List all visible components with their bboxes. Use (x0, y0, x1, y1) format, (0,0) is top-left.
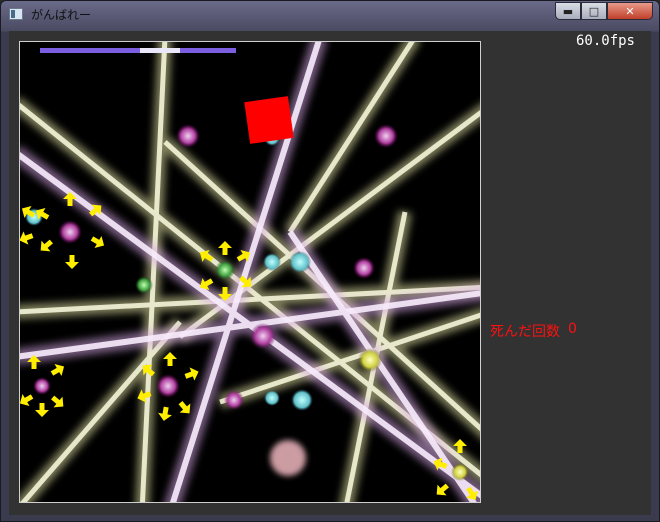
playfield-canvas (20, 42, 480, 502)
fps-counter: 60.0fps (575, 33, 635, 49)
close-button[interactable]: ✕ (607, 2, 653, 20)
player-health-bar (40, 48, 236, 53)
game-playfield[interactable] (19, 41, 481, 503)
maximize-button[interactable]: □ (581, 2, 607, 20)
maximize-icon: □ (588, 4, 600, 18)
app-window-icon (9, 8, 23, 20)
player-character (244, 96, 294, 144)
window-title: がんばれー (31, 8, 92, 22)
title-bar[interactable]: がんばれー ▬ □ ✕ (1, 1, 659, 29)
death-counter-value: 0 (568, 321, 577, 337)
death-counter-label: 死んだ回数 (490, 324, 560, 340)
game-client-area: 60.0fps 死んだ回数 0 (9, 31, 651, 515)
close-icon: ✕ (625, 4, 635, 18)
minimize-button[interactable]: ▬ (555, 2, 581, 20)
death-counter: 死んだ回数 0 (490, 321, 577, 341)
enemy-spawner (20, 355, 68, 417)
window-controls: ▬ □ ✕ (555, 2, 653, 21)
minimize-icon: ▬ (562, 4, 574, 18)
app-window: がんばれー ▬ □ ✕ 60.0fps 死んだ回数 0 (0, 0, 660, 522)
